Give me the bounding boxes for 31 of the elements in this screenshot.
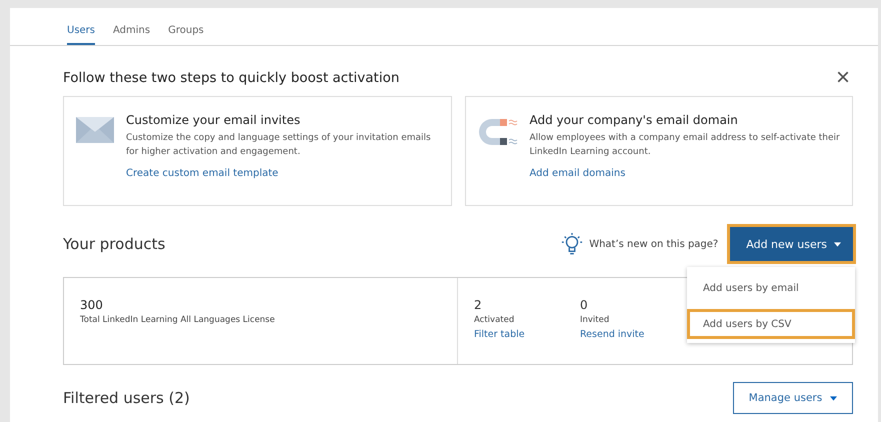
add-users-button[interactable]: Add new users <box>730 227 853 261</box>
caret-icon <box>834 242 841 246</box>
section-heading: Your products <box>63 235 166 253</box>
menu-item[interactable]: Add users by CSV <box>687 309 855 339</box>
stat-link[interactable]: Resend invite <box>580 329 648 340</box>
card-link[interactable]: Add email domains <box>530 168 842 179</box>
section-heading: Filtered users (2) <box>63 389 190 407</box>
manage-users-button[interactable]: Manage users <box>733 382 853 414</box>
menu-item[interactable]: Add users by email <box>687 273 855 303</box>
card-description: Allow employees with a company email address to self-activate their LinkedIn Learning account. <box>530 132 841 159</box>
section-heading: Follow these two steps to quickly boost activation <box>63 70 400 86</box>
card-title: Customize your email invites <box>126 113 302 127</box>
stat-link[interactable]: Filter table <box>474 329 542 340</box>
card-description: Customize the copy and language settings of your invitation emails for higher activation and engagement. <box>126 132 432 159</box>
license-count: 300 <box>80 298 104 312</box>
tab[interactable]: Admins <box>113 25 150 45</box>
license-name: Total LinkedIn Learning All Languages License <box>80 315 276 325</box>
tab[interactable]: Groups <box>168 25 204 45</box>
tab[interactable]: Users <box>67 25 96 45</box>
stat-value: 0 <box>580 298 589 312</box>
card-title: Add your company's email domain <box>530 113 739 127</box>
envelope-icon <box>76 117 114 143</box>
stat-value: 2 <box>474 298 483 312</box>
stat-label: Activated <box>474 315 516 325</box>
card-link[interactable]: Create custom email template <box>126 168 440 179</box>
caret-icon <box>830 396 838 400</box>
close-button[interactable]: × <box>836 66 850 90</box>
lightbulb-icon <box>561 232 584 256</box>
whats-new-link[interactable]: What’s new on this page? <box>589 238 718 250</box>
stat-label: Invited <box>580 315 610 325</box>
magnet-icon <box>478 117 518 147</box>
